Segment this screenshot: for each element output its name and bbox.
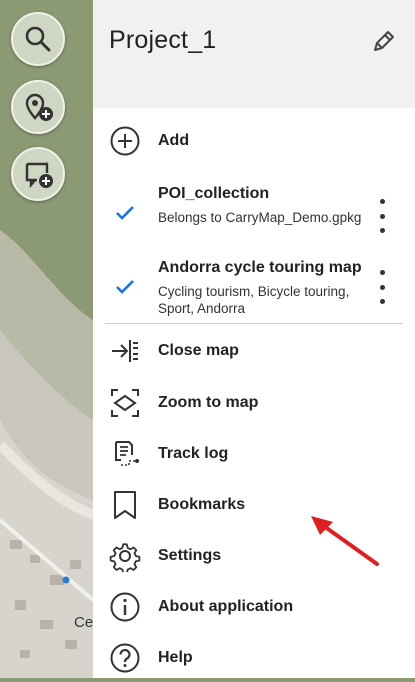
help-label: Help (158, 649, 193, 666)
help-icon (109, 642, 141, 674)
gear-icon (109, 540, 141, 572)
pencil-icon (369, 31, 399, 60)
search-icon (23, 24, 53, 54)
bookmarks-label: Bookmarks (158, 496, 246, 513)
add-note-icon (21, 157, 55, 191)
annotation-arrow-icon (311, 516, 379, 566)
close-map-label: Close map (158, 342, 239, 359)
more-options-icon[interactable] (370, 199, 394, 233)
track-log-button[interactable]: Track log (93, 430, 415, 478)
layer-item-poi-collection[interactable]: POI_collection Belongs to CarryMap_Demo.… (93, 185, 415, 245)
layer-title: POI_collection (158, 185, 270, 202)
about-application-label: About application (158, 598, 294, 615)
layer-item-andorra-map[interactable]: Andorra cycle touring map Cycling touris… (93, 259, 415, 319)
search-button[interactable] (11, 12, 65, 66)
checkmark-icon[interactable] (113, 201, 137, 225)
zoom-to-map-button[interactable]: Zoom to map (93, 379, 415, 427)
layer-title: Andorra cycle touring map (158, 259, 362, 276)
add-poi-icon (21, 90, 55, 124)
help-button[interactable]: Help (93, 634, 415, 682)
zoom-to-map-label: Zoom to map (158, 394, 259, 411)
close-map-icon (109, 335, 141, 367)
add-button[interactable]: Add (93, 117, 415, 165)
layer-description: Belongs to CarryMap_Demo.gpkg (158, 210, 362, 225)
zoom-to-map-icon (109, 387, 141, 419)
add-note-button[interactable] (11, 147, 65, 201)
about-application-button[interactable]: About application (93, 583, 415, 631)
layer-description: Cycling tourism, Bicycle touring, Sport,… (158, 284, 350, 316)
track-log-icon (109, 438, 141, 470)
add-circle-icon (109, 125, 141, 157)
more-options-icon[interactable] (370, 270, 394, 304)
bookmark-icon (109, 489, 141, 521)
drawer-header: Project_1 (93, 0, 415, 108)
add-label: Add (158, 132, 190, 149)
map-place-label: Ce (74, 614, 94, 631)
navigation-drawer: Project_1 Add POI_collection Belongs to … (93, 0, 415, 678)
info-icon (109, 591, 141, 623)
add-poi-button[interactable] (11, 80, 65, 134)
project-title: Project_1 (109, 26, 217, 54)
checkmark-icon[interactable] (113, 275, 137, 299)
divider (105, 323, 403, 324)
close-map-button[interactable]: Close map (93, 327, 415, 375)
settings-label: Settings (158, 547, 222, 564)
edit-project-button[interactable] (369, 26, 399, 56)
track-log-label: Track log (158, 445, 229, 462)
